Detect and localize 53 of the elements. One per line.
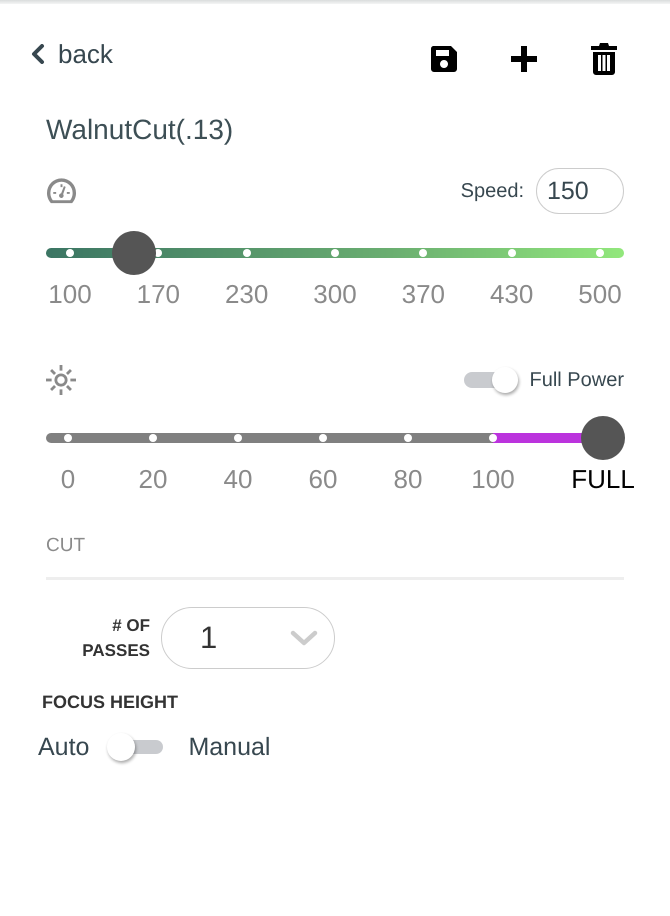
sun-icon bbox=[46, 365, 76, 395]
tick-dot bbox=[331, 249, 339, 257]
tick-label: 300 bbox=[313, 279, 357, 309]
tick-dot bbox=[319, 434, 327, 442]
power-slider[interactable] bbox=[46, 416, 624, 460]
speed-input[interactable]: 150 bbox=[536, 168, 624, 214]
focus-height-heading: FOCUS HEIGHT bbox=[42, 691, 180, 713]
tick-label: 20 bbox=[138, 464, 168, 494]
power-slider-thumb[interactable] bbox=[581, 416, 626, 460]
section-heading: CUT bbox=[46, 534, 86, 558]
speed-slider[interactable] bbox=[46, 231, 624, 275]
profile-title: WalnutCut(.13) bbox=[46, 113, 234, 147]
add-button[interactable] bbox=[510, 45, 538, 73]
tick-label: 170 bbox=[136, 279, 180, 309]
tick-label: 430 bbox=[490, 279, 534, 309]
tick-dot bbox=[489, 434, 497, 442]
tick-dot bbox=[419, 249, 428, 257]
full-power-label: Full Power bbox=[530, 368, 624, 392]
delete-button[interactable] bbox=[590, 43, 618, 75]
speed-label: Speed: bbox=[460, 180, 524, 202]
chevron-down-icon bbox=[290, 630, 318, 646]
tick-label: 100 bbox=[471, 464, 515, 494]
tick-dot bbox=[234, 434, 242, 442]
tick-dot bbox=[242, 249, 251, 257]
plus-icon bbox=[510, 45, 538, 73]
save-button[interactable] bbox=[430, 45, 458, 73]
tick-label: 100 bbox=[48, 279, 92, 309]
tick-label: 0 bbox=[60, 464, 76, 494]
save-icon bbox=[430, 45, 458, 73]
tick-dot bbox=[508, 249, 516, 257]
focus-mode-toggle[interactable] bbox=[107, 733, 164, 761]
tick-dot bbox=[149, 434, 157, 442]
full-power-toggle[interactable] bbox=[462, 367, 518, 393]
tick-dot bbox=[404, 434, 412, 442]
gauge-icon bbox=[46, 177, 77, 205]
tick-dot bbox=[64, 434, 72, 442]
tick-label: 370 bbox=[402, 279, 446, 309]
tick-dot bbox=[596, 249, 604, 257]
manual-label: Manual bbox=[188, 732, 270, 762]
auto-label: Auto bbox=[38, 732, 90, 762]
tick-label: 60 bbox=[308, 464, 338, 494]
tick-dot bbox=[66, 249, 74, 257]
trash-icon bbox=[590, 43, 618, 75]
tick-label: 40 bbox=[224, 464, 252, 494]
tick-label: FULL bbox=[571, 464, 635, 494]
tick-label: 230 bbox=[224, 279, 268, 309]
speed-slider-thumb[interactable] bbox=[112, 231, 156, 275]
tick-label: 80 bbox=[394, 464, 422, 494]
passes-select[interactable]: 1 bbox=[161, 607, 335, 669]
chevron-left-icon bbox=[30, 44, 46, 64]
tick-label: 500 bbox=[578, 279, 622, 309]
back-button[interactable]: back bbox=[30, 38, 113, 70]
passes-label: # OF PASSES bbox=[81, 615, 150, 662]
